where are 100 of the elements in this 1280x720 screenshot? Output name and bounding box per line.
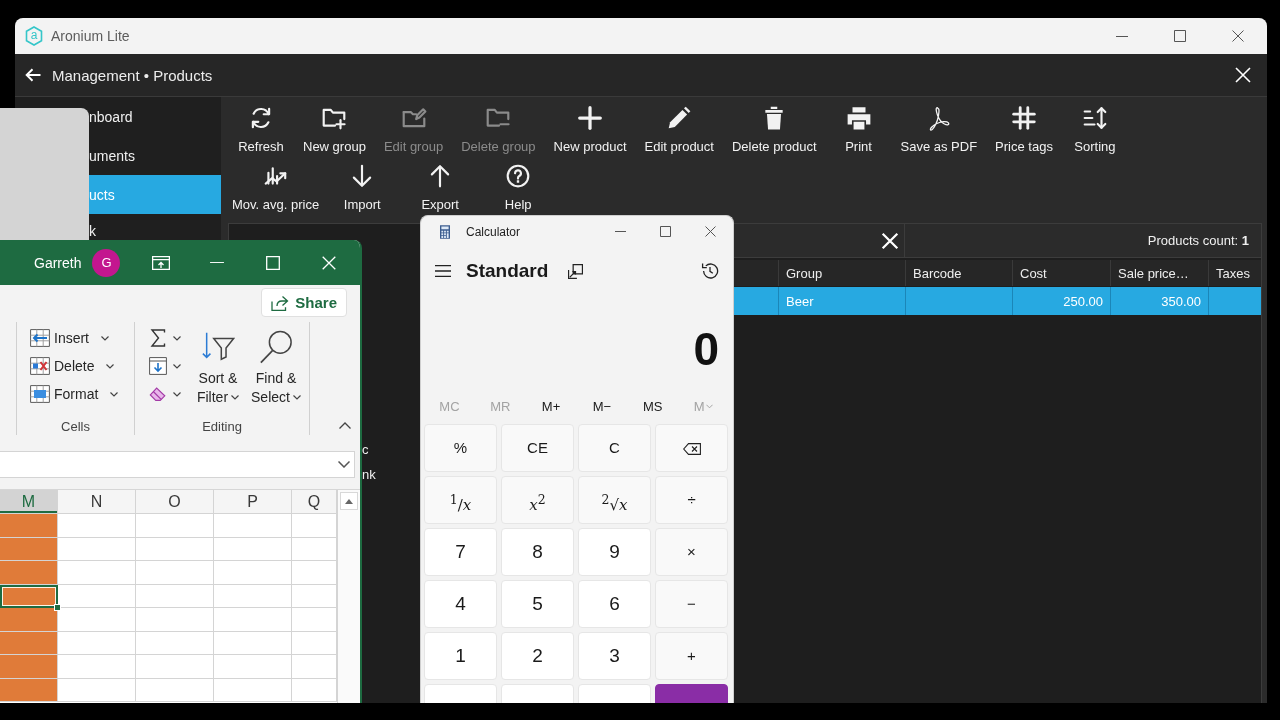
backspace-icon xyxy=(682,443,701,456)
collapse-ribbon-button[interactable] xyxy=(339,422,351,429)
ribbon-command[interactable]: Format xyxy=(30,380,119,408)
sidebar-item[interactable]: uments xyxy=(89,136,221,175)
calculator-key[interactable]: 4 xyxy=(424,580,497,628)
scroll-up-button[interactable] xyxy=(340,492,358,510)
calculator-key[interactable]: C xyxy=(578,424,651,472)
toolbar-button[interactable]: Refresh xyxy=(228,97,294,155)
calculator-key[interactable]: − xyxy=(655,580,728,628)
scroll-up-icon xyxy=(345,498,353,504)
calculator-icon xyxy=(440,224,450,239)
table-cell: 350.00 xyxy=(1110,287,1208,315)
caret-icon xyxy=(173,335,181,341)
toolbar-button[interactable]: Sorting xyxy=(1061,97,1128,155)
close-icon xyxy=(322,255,337,270)
toolbar-button[interactable]: Import xyxy=(323,155,402,213)
delete-cells-icon xyxy=(30,357,50,375)
column-header[interactable]: P xyxy=(214,490,292,513)
column-header[interactable]: O xyxy=(136,490,214,513)
calculator-key[interactable]: 2 xyxy=(501,632,574,680)
memory-button[interactable]: M− xyxy=(576,393,628,419)
keep-on-top-button[interactable] xyxy=(568,263,584,279)
memory-button[interactable]: MS xyxy=(627,393,679,419)
calculator-key[interactable]: 9 xyxy=(578,528,651,576)
caret-icon xyxy=(106,363,115,369)
calculator-key[interactable]: 6 xyxy=(578,580,651,628)
toolbar-button[interactable]: Export xyxy=(401,155,480,213)
printer-icon xyxy=(845,105,872,131)
clear-button[interactable] xyxy=(881,231,899,250)
toolbar-button[interactable]: Delete product xyxy=(722,97,826,155)
fill-handle[interactable] xyxy=(54,604,61,611)
ribbon-command[interactable]: Find & Select xyxy=(247,322,305,408)
calculator-key[interactable]: ÷ xyxy=(655,476,728,524)
toolbar-button[interactable]: Save as PDF xyxy=(891,97,987,155)
calculator-key[interactable]: 1 xyxy=(424,632,497,680)
help-icon xyxy=(505,163,532,189)
column-header[interactable]: M xyxy=(0,490,58,513)
menu-button[interactable] xyxy=(435,265,451,277)
calculator-key[interactable]: 3 xyxy=(578,632,651,680)
caret-icon xyxy=(110,391,119,397)
chevron-down-icon xyxy=(338,461,350,468)
maximize-icon xyxy=(266,255,281,270)
column-header[interactable]: Taxes xyxy=(1208,260,1261,286)
calculator-key[interactable]: × xyxy=(655,528,728,576)
formula-field[interactable] xyxy=(0,451,355,478)
share-button[interactable]: Share xyxy=(261,288,347,317)
toolbar-button[interactable]: Edit product xyxy=(635,97,723,155)
user-name: Garreth xyxy=(34,254,82,271)
column-header[interactable]: Sale price… xyxy=(1110,260,1208,286)
column-header[interactable]: Barcode xyxy=(905,260,1012,286)
minimize-icon xyxy=(615,231,626,232)
calculator-key[interactable]: x$^{2}$ xyxy=(501,476,574,524)
toolbar-button[interactable]: Help xyxy=(479,155,558,213)
ribbon-command[interactable]: Sort & Filter xyxy=(191,322,245,408)
sidebar-item[interactable]: k xyxy=(89,214,221,240)
expand-button[interactable] xyxy=(338,461,350,468)
caret-icon xyxy=(173,391,181,397)
caret-icon xyxy=(173,363,181,369)
toolbar-button[interactable]: Print xyxy=(825,97,892,155)
plus-icon xyxy=(577,105,604,131)
column-header[interactable]: Cost xyxy=(1012,260,1110,286)
mode-title: Standard xyxy=(466,260,549,282)
calculator-key[interactable]: + xyxy=(655,632,728,680)
toolbar-button[interactable]: New product xyxy=(544,97,636,155)
ribbon-command[interactable]: Insert xyxy=(30,324,109,352)
scrollbar[interactable] xyxy=(337,490,360,703)
close-icon xyxy=(1232,30,1244,42)
square-arrow-icon xyxy=(568,263,584,279)
avatar[interactable]: G xyxy=(92,248,121,277)
window-title: Aronium Lite xyxy=(51,28,130,44)
column-header[interactable]: Group xyxy=(778,260,905,286)
back-button[interactable] xyxy=(25,68,41,82)
insert-cells-icon xyxy=(30,329,50,347)
toolbar-button[interactable]: New group xyxy=(294,97,375,155)
tree-item[interactable]: c xyxy=(362,437,369,462)
calculator-key[interactable]: CE xyxy=(501,424,574,472)
display-value: 0 xyxy=(693,323,719,375)
calculator-key[interactable]: 8 xyxy=(501,528,574,576)
fill-down-icon xyxy=(149,357,167,375)
history-button[interactable] xyxy=(701,262,719,280)
sigma-icon xyxy=(149,329,167,347)
calculator-key[interactable]: % xyxy=(424,424,497,472)
breadcrumb: Management • Products xyxy=(52,66,213,84)
toolbar-button[interactable]: Mov. avg. price xyxy=(228,155,324,213)
tree-item[interactable]: nk xyxy=(362,462,376,487)
ribbon-command[interactable]: Delete xyxy=(30,352,115,380)
sidebar-item[interactable]: nboard xyxy=(89,97,221,136)
memory-button[interactable]: M+ xyxy=(525,393,577,419)
close-button[interactable] xyxy=(1235,67,1251,83)
group-label: Cells xyxy=(60,419,91,435)
calculator-key[interactable]: 5 xyxy=(501,580,574,628)
window-arrow-icon xyxy=(152,255,171,270)
calculator-key[interactable]: $^{2}$√x xyxy=(578,476,651,524)
app-logo: a xyxy=(25,26,43,46)
calculator-key[interactable]: 7 xyxy=(424,528,497,576)
sort-icon xyxy=(1081,105,1108,131)
caret-icon xyxy=(231,395,240,401)
column-header[interactable]: N xyxy=(58,490,136,513)
calculator-key[interactable]: $^{1}$/x xyxy=(424,476,497,524)
toolbar-button[interactable]: Price tags xyxy=(986,97,1062,155)
